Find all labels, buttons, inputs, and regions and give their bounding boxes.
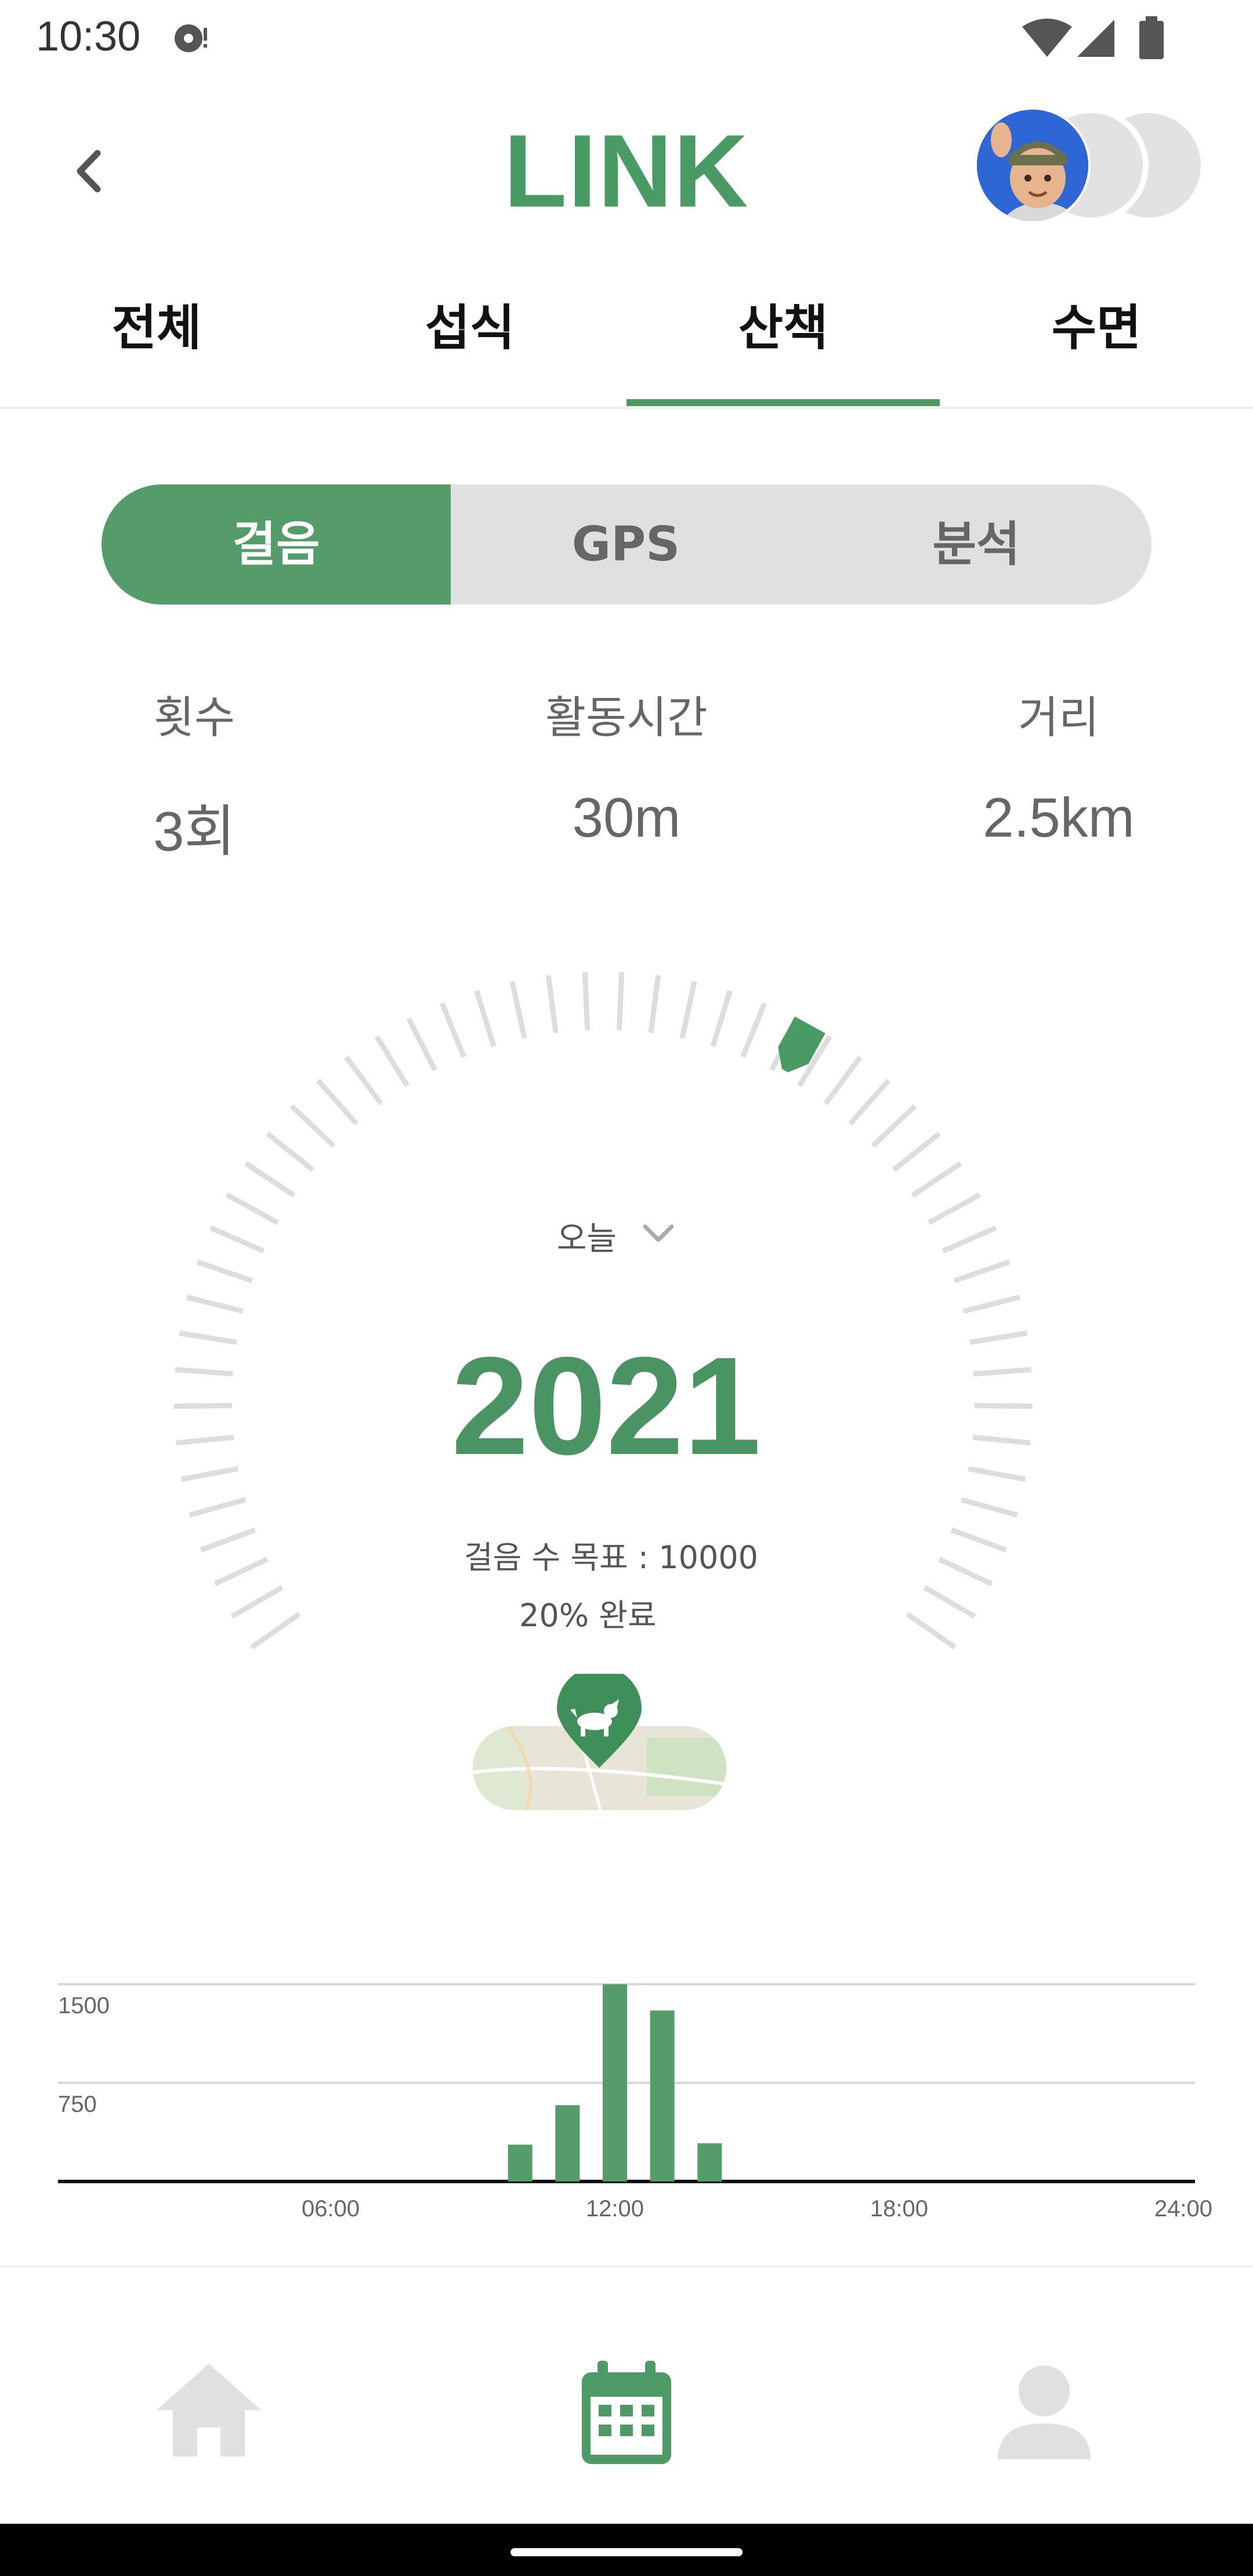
- gauge-tick: [679, 981, 697, 1039]
- chart-bar: [697, 2143, 722, 2181]
- y-tick-label: 750: [58, 2092, 97, 2117]
- stat-distance-value: 2.5km: [983, 787, 1135, 849]
- gauge-tick: [439, 1002, 466, 1058]
- system-gesture-bar: [0, 2524, 1253, 2576]
- x-tick-label: 24:00: [1154, 2196, 1212, 2222]
- step-goal-text: 걸음 수 목표 : 10000: [464, 1539, 759, 1576]
- tab-sleep[interactable]: 수면: [940, 284, 1253, 406]
- home-icon: [157, 2364, 261, 2456]
- gauge-tick: [289, 1104, 336, 1148]
- gauge-tick: [710, 990, 733, 1047]
- x-tick-label: 06:00: [302, 2196, 360, 2222]
- nav-calendar[interactable]: [563, 2349, 690, 2477]
- gauge-tick: [509, 981, 527, 1039]
- gauge-tick: [950, 1527, 1007, 1553]
- gauge-tick: [740, 1002, 767, 1058]
- hourly-steps-chart: 1500 750 06:00 12:00 18:00 24:00: [58, 1983, 1212, 2222]
- gauge-tick: [582, 972, 591, 1030]
- stat-duration-value: 30m: [572, 787, 681, 849]
- stat-distance-label: 거리: [1018, 692, 1099, 743]
- chart-bar: [650, 2010, 675, 2181]
- y-tick-label: 1500: [58, 1993, 110, 2018]
- gauge-tick: [911, 1161, 962, 1198]
- x-tick-label: 18:00: [870, 2196, 928, 2222]
- walk-map-thumbnail[interactable]: [473, 1674, 726, 1810]
- category-tabs: 전체 섭식 산책 수면: [0, 284, 1253, 409]
- avatar[interactable]: [975, 107, 1091, 223]
- chart-bar: [603, 1984, 627, 2181]
- stat-duration-label: 활동시간: [545, 692, 708, 743]
- chart-bar: [555, 2105, 580, 2181]
- segment-gps[interactable]: GPS: [451, 484, 801, 605]
- nav-profile[interactable]: [980, 2349, 1108, 2477]
- calendar-icon: [582, 2361, 671, 2464]
- gauge-progress-marker: [778, 1016, 825, 1073]
- status-time: 10:30: [36, 13, 141, 60]
- gauge-tick: [344, 1055, 383, 1105]
- gauge-tick: [962, 1294, 1021, 1314]
- gauge-tick: [316, 1079, 358, 1126]
- nav-home[interactable]: [145, 2349, 273, 2477]
- tab-feeding[interactable]: 섭식: [313, 284, 626, 406]
- gauge-tick: [892, 1131, 941, 1172]
- gauge-tick: [186, 1294, 244, 1314]
- memoji-avatar-icon: [977, 110, 1088, 221]
- gauge-tick: [266, 1131, 315, 1172]
- gauge-tick: [213, 1557, 269, 1587]
- gauge-tick: [616, 972, 625, 1030]
- gauge-tick: [189, 1497, 247, 1518]
- signal-icon: [1077, 20, 1114, 57]
- period-selector-label[interactable]: 오늘: [557, 1213, 617, 1260]
- gauge-tick: [225, 1192, 279, 1225]
- pet-avatar-switcher[interactable]: [975, 107, 1207, 223]
- person-icon: [998, 2365, 1091, 2459]
- gauge-tick: [200, 1527, 256, 1553]
- gauge-tick: [474, 990, 497, 1047]
- gauge-tick: [938, 1557, 993, 1587]
- app-header: LINK: [0, 87, 1253, 244]
- gauge-tick: [196, 1259, 254, 1283]
- walk-mode-segmented-control: 걸음 GPS 분석: [102, 484, 1151, 605]
- gauge-tick: [374, 1035, 410, 1087]
- gauge-tick: [960, 1497, 1018, 1518]
- goal-progress-text: 20% 완료: [519, 1597, 657, 1634]
- x-tick-label: 12:00: [586, 2196, 644, 2222]
- gauge-progress-pointer: [778, 1016, 825, 1073]
- gauge-tick: [209, 1225, 265, 1254]
- status-bar: 10:30: [0, 0, 1253, 75]
- gauge-tick: [871, 1104, 917, 1148]
- battery-icon: [1139, 16, 1164, 59]
- chevron-down-icon[interactable]: [638, 1213, 679, 1253]
- gauge-tick: [545, 975, 559, 1033]
- bottom-navigation: [0, 2266, 1253, 2521]
- segment-analysis[interactable]: 분석: [801, 484, 1151, 605]
- stat-count-label: 횟수: [154, 692, 235, 743]
- gauge-tick: [928, 1192, 982, 1225]
- gauge-tick: [823, 1055, 863, 1105]
- home-gesture-handle[interactable]: [510, 2548, 743, 2556]
- gauge-tick: [953, 1259, 1011, 1283]
- wifi-icon: [1022, 19, 1072, 57]
- gauge-tick: [941, 1225, 997, 1254]
- tab-all[interactable]: 전체: [0, 284, 313, 406]
- gauge-tick: [906, 1612, 957, 1650]
- gauge-tick: [250, 1612, 301, 1650]
- step-count: 2021: [451, 1328, 761, 1484]
- active-tab-indicator: [626, 399, 940, 406]
- stat-count-value: 3회: [153, 801, 236, 863]
- gauge-tick: [244, 1161, 296, 1198]
- chart-bar: [508, 2144, 533, 2181]
- notification-icon: [175, 24, 207, 52]
- gauge-tick: [406, 1017, 437, 1072]
- chart-axis-labels: 1500 750 06:00 12:00 18:00 24:00: [58, 1993, 1212, 2222]
- segment-steps[interactable]: 걸음: [102, 484, 451, 605]
- gauge-tick: [848, 1079, 891, 1126]
- gauge-tick: [923, 1585, 976, 1619]
- tab-walk[interactable]: 산책: [626, 284, 940, 406]
- gauge-tick: [230, 1585, 284, 1619]
- gauge-tick: [648, 975, 661, 1033]
